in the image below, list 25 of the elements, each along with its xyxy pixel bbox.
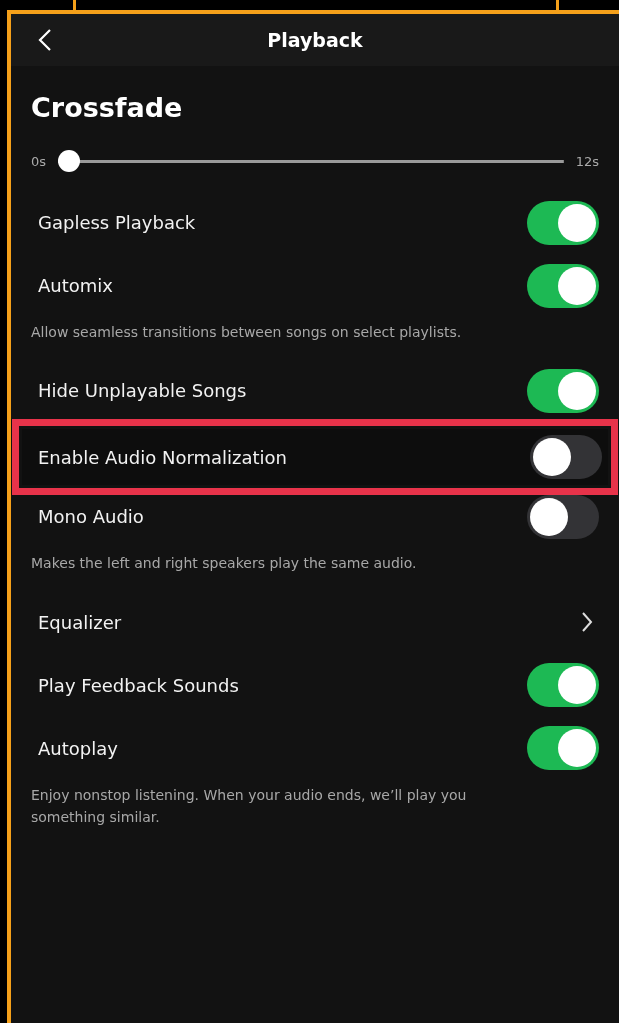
section-title: Crossfade: [31, 92, 184, 123]
toggle-switch[interactable]: [527, 368, 599, 413]
setting-description: Makes the left and right speakers play the same audio.: [31, 554, 418, 574]
setting-label: Enable Audio Normalization: [38, 446, 287, 468]
setting-label: Autoplay: [38, 737, 118, 759]
slider-thumb[interactable]: [58, 150, 81, 172]
chevron-right-icon[interactable]: [581, 611, 593, 634]
toggle-switch[interactable]: [527, 726, 599, 771]
setting-label: Equalizer: [38, 611, 122, 633]
setting-label: Automix: [38, 275, 113, 296]
setting-label: Gapless Playback: [38, 212, 196, 233]
toggle-switch[interactable]: [530, 435, 602, 480]
back-icon[interactable]: [38, 28, 52, 52]
slider-max-label: 12s: [575, 153, 599, 169]
toggle-switch[interactable]: [527, 200, 599, 245]
toggle-switch[interactable]: [527, 663, 599, 708]
slider-min-label: 0s: [31, 153, 47, 169]
setting-label: Play Feedback Sounds: [38, 674, 239, 696]
setting-label: Mono Audio: [38, 506, 144, 528]
toggle-switch[interactable]: [527, 494, 599, 539]
setting-label: Hide Unplayable Songs: [38, 380, 247, 402]
screen-title: Playback: [267, 29, 363, 51]
setting-description: Enjoy nonstop listening. When your audio ends, we’ll play you something similar.: [31, 785, 468, 828]
toggle-switch[interactable]: [527, 263, 599, 308]
setting-description: Allow seamless transitions between songs on select playlists.: [31, 323, 463, 342]
